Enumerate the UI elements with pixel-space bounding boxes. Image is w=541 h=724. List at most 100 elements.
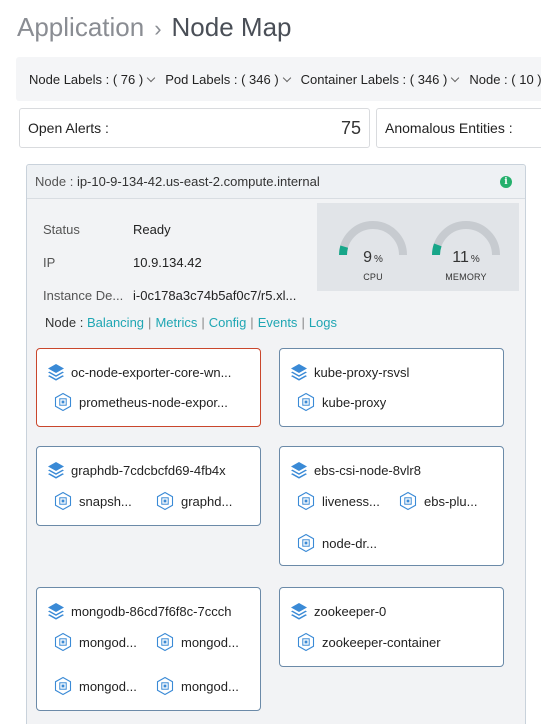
container-icon (297, 533, 315, 553)
chevron-down-icon (282, 73, 291, 82)
filter-node-labels[interactable]: Node Labels : ( 76 ) (29, 72, 158, 87)
open-alerts-card[interactable]: Open Alerts : 75 (19, 108, 370, 148)
node-header-label: Node : (35, 174, 74, 189)
chevron-down-icon (146, 73, 156, 82)
link-logs[interactable]: Logs (309, 315, 337, 330)
info-icon[interactable]: i (500, 176, 512, 188)
chevron-down-icon (451, 73, 460, 82)
container-name: zookeeper-container (322, 634, 441, 650)
filter-bar: Node Labels : ( 76 ) Pod Labels : ( 346 … (16, 57, 541, 101)
link-metrics[interactable]: Metrics (155, 315, 197, 330)
container-name: kube-proxy (322, 394, 387, 410)
pod-name: kube-proxy-rsvsl (314, 364, 410, 380)
memory-gauge-label: MEMORY (445, 272, 487, 282)
container-name: snapsh... (79, 493, 132, 509)
property-key: IP (43, 255, 56, 270)
pod-card[interactable]: kube-proxy-rsvsl kube-proxy (279, 348, 504, 427)
memory-gauge: 11% MEMORY (426, 215, 506, 285)
property-row: IP 10.9.134.42 (43, 246, 303, 279)
container-name: mongod... (181, 634, 239, 650)
filter-label: Container Labels : ( 346 ) (300, 71, 448, 87)
cpu-gauge: 9% CPU (333, 215, 413, 285)
cpu-gauge-label: CPU (363, 272, 383, 282)
pod-title: oc-node-exporter-core-wn... (47, 363, 252, 381)
page-title: Application › Node Map (17, 12, 292, 43)
pod-card[interactable]: ebs-csi-node-8vlr8 liveness... ebs-plu..… (279, 446, 504, 566)
container-item[interactable]: mongod... (155, 676, 255, 696)
pod-card[interactable]: mongodb-86cd7f6f8c-7ccch mongod... mongo… (36, 587, 261, 711)
container-icon (54, 632, 72, 652)
container-icon (156, 632, 174, 652)
pod-name: ebs-csi-node-8vlr8 (314, 462, 421, 478)
property-value: i-0c178a3c74b5af0c7/r5.xl... (133, 288, 297, 303)
filter-label: Pod Labels : ( 346 ) (165, 71, 279, 87)
container-icon (399, 491, 417, 511)
container-name: mongod... (181, 678, 239, 694)
property-value: 10.9.134.42 (133, 255, 202, 270)
pod-card[interactable]: graphdb-7cdcbcfd69-4fb4x snapsh... graph… (36, 446, 261, 526)
cpu-gauge-unit: % (374, 254, 383, 265)
container-name: graphd... (181, 493, 233, 509)
container-item[interactable]: ebs-plu... (398, 491, 498, 511)
link-config[interactable]: Config (209, 315, 247, 330)
filter-label: Node Labels : ( 76 ) (29, 71, 144, 87)
container-icon (297, 632, 315, 652)
container-item[interactable]: node-dr... (296, 533, 392, 553)
pod-name: mongodb-86cd7f6f8c-7ccch (71, 603, 232, 619)
link-balancing[interactable]: Balancing (87, 315, 144, 330)
node-name: ip-10-9-134-42.us-east-2.compute.interna… (76, 174, 320, 189)
link-separator: | (301, 315, 305, 330)
link-events[interactable]: Events (258, 315, 298, 330)
pod-title: zookeeper-0 (290, 602, 495, 620)
container-item[interactable]: zookeeper-container (296, 632, 496, 652)
container-icon (54, 491, 72, 511)
breadcrumb-current: Node Map (171, 12, 292, 42)
filter-node[interactable]: Node : ( 10 ) (469, 72, 541, 87)
container-icon (156, 491, 174, 511)
pod-title: ebs-csi-node-8vlr8 (290, 461, 495, 479)
pod-card[interactable]: zookeeper-0 zookeeper-container (279, 587, 504, 667)
container-icon (54, 392, 72, 412)
link-separator: | (148, 315, 152, 330)
node-links: Node : Balancing | Metrics | Config | Events | L… (45, 315, 337, 330)
layers-icon (48, 603, 64, 620)
container-icon (54, 676, 72, 696)
pod-name: zookeeper-0 (314, 603, 387, 619)
container-item[interactable]: liveness... (296, 491, 392, 511)
container-name: mongod... (79, 678, 137, 694)
node-properties: Status Ready IP 10.9.134.42 Instance De.… (43, 213, 303, 312)
node-header: Node : ip-10-9-134-42.us-east-2.compute.… (27, 165, 525, 199)
filter-container-labels[interactable]: Container Labels : ( 346 ) (301, 72, 463, 87)
pod-title: graphdb-7cdcbcfd69-4fb4x (47, 461, 252, 479)
container-item[interactable]: mongod... (53, 632, 149, 652)
filter-pod-labels[interactable]: Pod Labels : ( 346 ) (165, 72, 293, 87)
link-separator: | (201, 315, 205, 330)
memory-gauge-unit: % (470, 254, 480, 265)
resource-gauges: 9% CPU 11% MEMORY (317, 203, 519, 291)
property-value: Ready (133, 222, 171, 237)
open-alerts-value: 75 (340, 117, 361, 138)
container-item[interactable]: snapsh... (53, 491, 149, 511)
container-item[interactable]: mongod... (53, 676, 149, 696)
container-item[interactable]: prometheus-node-expor... (53, 392, 253, 412)
property-key: Instance De... (43, 288, 124, 303)
anomalous-entities-card[interactable]: Anomalous Entities : (376, 108, 541, 148)
pod-card[interactable]: oc-node-exporter-core-wn... prometheus-n… (36, 348, 261, 427)
breadcrumb-app[interactable]: Application (17, 12, 144, 42)
container-name: liveness... (322, 493, 380, 509)
property-row: Status Ready (43, 213, 303, 246)
layers-icon (48, 364, 64, 381)
container-icon (297, 392, 315, 412)
container-name: node-dr... (322, 535, 377, 551)
container-item[interactable]: kube-proxy (296, 392, 496, 412)
container-name: prometheus-node-expor... (79, 394, 228, 410)
filter-label: Node : ( 10 ) (469, 71, 541, 87)
layers-icon (48, 462, 64, 479)
pod-title: kube-proxy-rsvsl (290, 363, 495, 381)
property-row: Instance De... i-0c178a3c74b5af0c7/r5.xl… (43, 279, 303, 312)
container-item[interactable]: mongod... (155, 632, 255, 652)
node-panel: Node : ip-10-9-134-42.us-east-2.compute.… (26, 164, 526, 724)
node-links-label: Node : (45, 315, 84, 330)
link-separator: | (250, 315, 254, 330)
container-item[interactable]: graphd... (155, 491, 255, 511)
